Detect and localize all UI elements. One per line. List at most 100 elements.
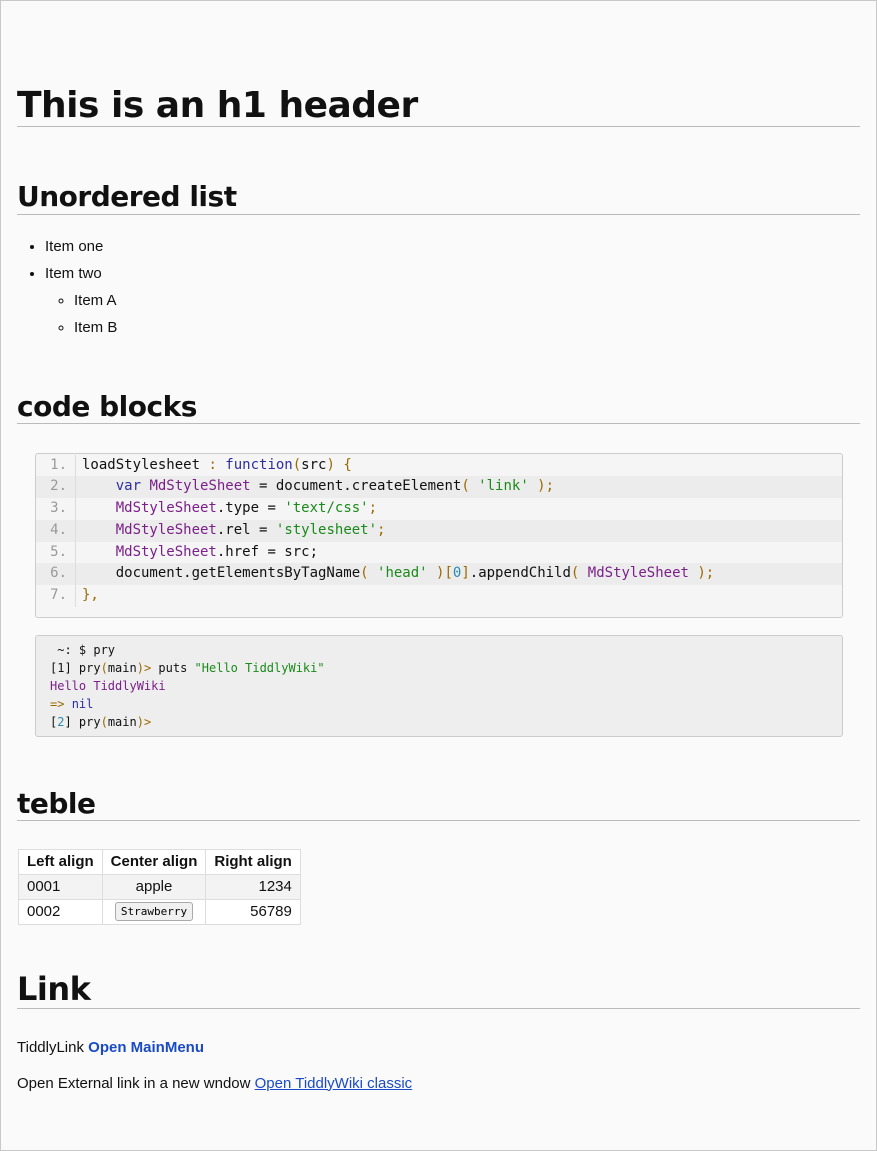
code-token: ( — [292, 456, 302, 473]
line-number: 7. — [50, 586, 67, 603]
terminal-line: ~: $ pry — [50, 641, 828, 659]
code-token: .appendChild — [469, 565, 571, 582]
code-token: ( — [570, 565, 588, 582]
code-token: var — [115, 478, 150, 495]
table-cell: Strawberry — [101, 898, 207, 925]
unordered-list-heading: Unordered list — [17, 181, 860, 215]
terminal-block: ~: $ pry [1] pry(main)> puts "Hello Tiddl… — [35, 634, 843, 737]
code-line: MdStyleSheet.rel = 'stylesheet'; — [76, 519, 842, 542]
tiddlylink-text: TiddlyLink — [17, 1038, 84, 1056]
code-token: pry — [78, 660, 101, 675]
code-token: .href = src; — [216, 543, 319, 560]
code-token: ~: $ pry — [50, 642, 116, 657]
code-token: function — [225, 456, 293, 473]
code-token: MdStyleSheet — [115, 543, 217, 560]
column-header: Left align — [18, 848, 103, 875]
line-number: 5. — [50, 543, 67, 560]
code-token: ( — [100, 660, 108, 675]
code-token: MdStyleSheet — [587, 565, 689, 582]
table-cell: 56789 — [205, 898, 301, 925]
line-number: 2. — [36, 476, 75, 499]
list-item: Item B — [74, 314, 860, 341]
code-token: )> — [136, 660, 152, 675]
code-token: }, — [82, 586, 99, 603]
code-token: MdStyleSheet — [115, 521, 217, 538]
table-cell: 0001 — [18, 873, 103, 900]
code-blocks-heading: code blocks — [17, 390, 860, 424]
table-heading: teble — [17, 787, 860, 821]
code-line: loadStylesheet : function(src) { — [76, 455, 842, 477]
column-header: Right align — [205, 848, 301, 875]
line-number: 6. — [36, 563, 75, 585]
tiddler-body: This is an h1 header Unordered list Item… — [17, 1, 860, 1092]
code-token: )> — [136, 715, 152, 730]
table-cell: apple — [101, 873, 207, 900]
line-numbers: 1. 2. 3. 4. 5. 6. 7. — [36, 454, 76, 607]
table-row: 0002 Strawberry 56789 — [18, 898, 301, 925]
code-token: ( — [360, 565, 378, 582]
code-token: ; — [377, 521, 386, 538]
code-token: 'head' — [377, 565, 428, 582]
code-token: ( — [100, 715, 108, 730]
code-token: [1] — [50, 660, 79, 675]
list-item: Item two Item A Item B — [45, 260, 860, 341]
data-table: Left align Center align Right align 0001 ap… — [18, 848, 301, 925]
code-token: puts — [151, 660, 195, 675]
external-link-paragraph: Open External link in a new wndow Open T… — [17, 1075, 860, 1092]
code-token: ); — [528, 478, 555, 495]
open-tiddlywiki-classic-link[interactable]: Open TiddlyWiki classic — [255, 1075, 413, 1092]
code-token: loadStylesheet — [82, 456, 209, 473]
code-token: 'stylesheet' — [275, 521, 378, 538]
unordered-list: Item one Item two Item A Item B — [17, 233, 860, 341]
open-mainmenu-link[interactable]: Open MainMenu — [88, 1039, 204, 1056]
terminal-line: => nil — [50, 695, 828, 713]
table-row: 0001 apple 1234 — [18, 873, 301, 900]
code-line: }, — [76, 585, 842, 607]
line-number: 4. — [36, 519, 75, 542]
table-cell: 1234 — [205, 873, 301, 900]
code-token: ] pry — [64, 715, 101, 730]
code-token: ] — [461, 565, 470, 582]
code-token: main — [107, 660, 137, 675]
code-token: ; — [368, 500, 378, 517]
code-token: 'link' — [478, 478, 529, 495]
terminal-line: [1] pry(main)> puts "Hello TiddlyWiki" — [50, 659, 828, 677]
code-lines: loadStylesheet : function(src) { var MdS… — [76, 455, 842, 607]
code-line: MdStyleSheet.type = 'text/css'; — [76, 498, 842, 520]
code-token: => — [50, 697, 72, 712]
code-token: nil — [71, 697, 94, 712]
code-token: )[ — [427, 565, 453, 582]
link-heading: Link — [17, 970, 860, 1009]
code-token: "Hello TiddlyWiki" — [194, 660, 325, 675]
code-token: ) { — [326, 456, 352, 473]
code-token: ); — [688, 565, 715, 582]
nested-list: Item A Item B — [45, 287, 860, 341]
page-title: This is an h1 header — [17, 85, 860, 128]
list-item-label: Item two — [45, 264, 102, 282]
code-token: : — [208, 456, 226, 473]
code-token: ( — [461, 478, 479, 495]
code-token: MdStyleSheet — [149, 478, 251, 495]
code-token: Hello TiddlyWiki — [50, 678, 166, 693]
code-token: = document.createElement — [250, 478, 462, 495]
code-token: .type = — [216, 500, 285, 517]
code-line: var MdStyleSheet = document.createElemen… — [76, 476, 842, 499]
strawberry-button[interactable]: Strawberry — [114, 902, 194, 922]
code-token: MdStyleSheet — [115, 500, 217, 517]
list-item: Item A — [74, 287, 860, 314]
code-token: main — [107, 715, 137, 730]
column-header: Center align — [101, 848, 207, 875]
list-item: Item one — [45, 233, 860, 260]
external-link-text: Open External link in a new wndow — [17, 1074, 251, 1092]
code-block: 1. 2. 3. 4. 5. 6. 7. loadStylesheet : function… — [35, 452, 843, 618]
tiddlylink-paragraph: TiddlyLink Open MainMenu — [17, 1039, 860, 1056]
terminal-line: Hello TiddlyWiki — [50, 677, 828, 695]
code-token: .rel = — [216, 521, 276, 538]
code-token: 'text/css' — [284, 500, 369, 517]
code-line: MdStyleSheet.href = src; — [76, 542, 842, 564]
line-number: 1. — [50, 456, 67, 473]
terminal-line: [2] pry(main)> — [50, 713, 828, 731]
